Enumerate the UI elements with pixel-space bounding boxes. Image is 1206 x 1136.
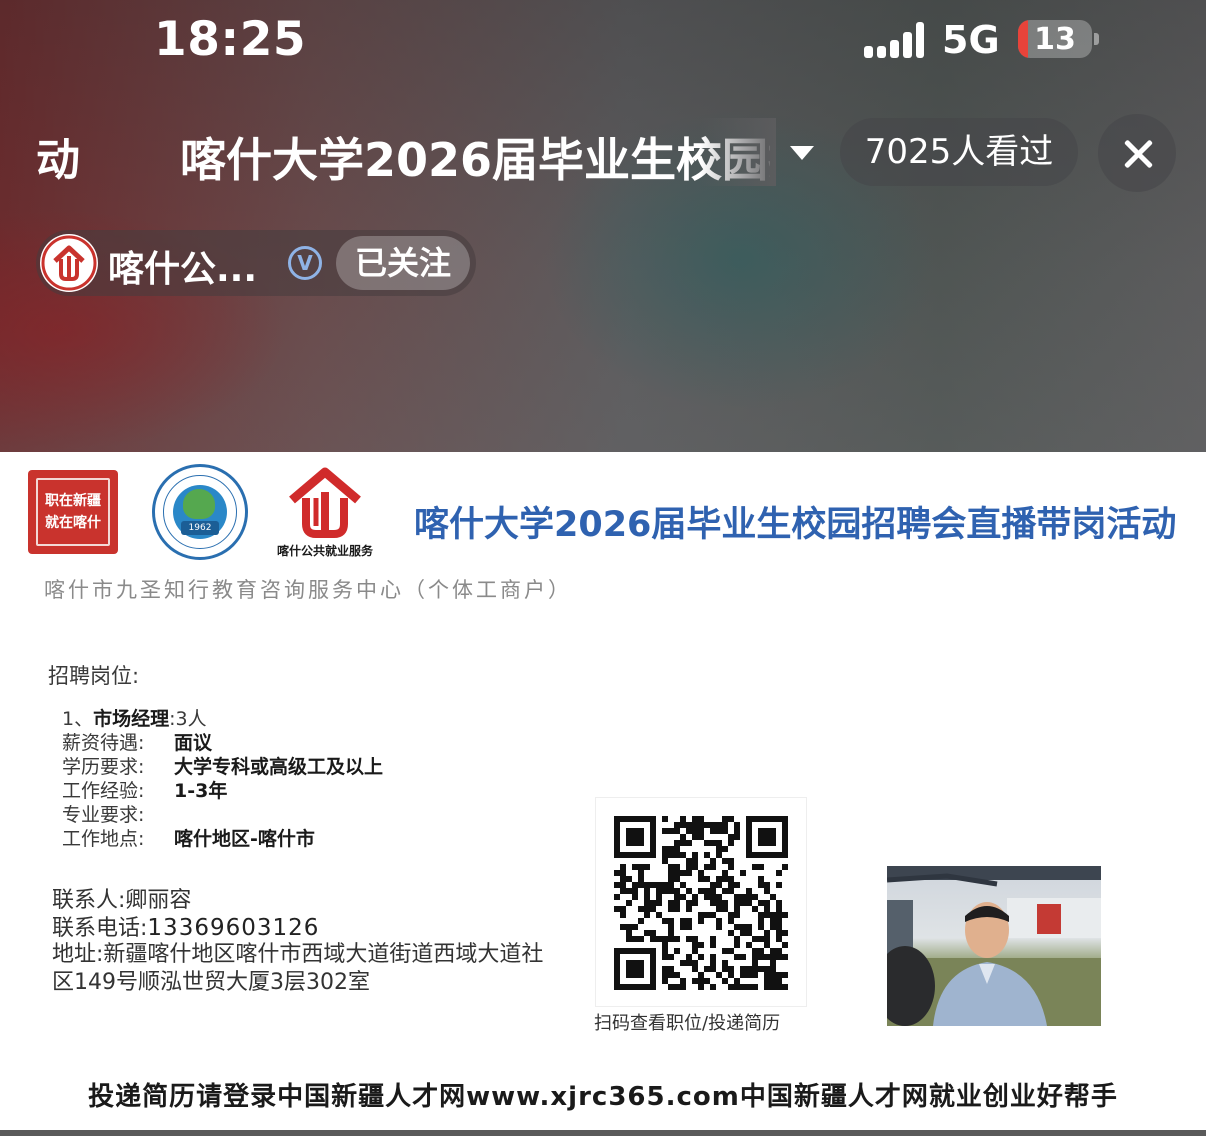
service-logo-icon (41, 235, 97, 291)
follow-button[interactable]: 已关注 (336, 236, 470, 290)
qr-code-icon (614, 816, 788, 990)
title-fade (700, 118, 776, 186)
battery-level: 13 (1034, 22, 1076, 57)
service-logo-caption: 喀什公共就业服务 (276, 544, 373, 558)
stream-poster[interactable]: 职在新疆 就在喀什 1962 喀什公共就业服务 喀什大学2026届毕业生校园招聘… (0, 452, 1206, 1136)
job-detail-row: 工作经验: 1-3年 (62, 776, 228, 802)
job-name: 市场经理 (93, 708, 170, 730)
house-logo-icon (289, 467, 361, 538)
avatar[interactable] (40, 234, 98, 292)
job-detail-label: 工作地点: (62, 828, 145, 850)
host-video-inset[interactable] (887, 866, 1101, 1026)
job-detail-value: 喀什地区-喀什市 (174, 828, 315, 850)
company-name: 喀什市九圣知行教育咨询服务中心（个体工商户） (44, 578, 572, 602)
job-detail-value: 1-3年 (174, 780, 228, 802)
job-detail-label: 工作经验: (62, 780, 145, 802)
view-count-badge[interactable]: 7025人看过 (840, 118, 1078, 186)
job-detail-value: 大学专科或高级工及以上 (174, 756, 384, 778)
qr-code[interactable] (596, 798, 806, 1006)
job-detail-row: 薪资待遇: 面议 (62, 728, 213, 754)
job-detail-row: 学历要求: 大学专科或高级工及以上 (62, 752, 384, 778)
seal-text: 职在新疆 就在喀什 (36, 478, 110, 546)
stream-title[interactable]: 喀什大学2026届毕业生校园招聘会直播带岗活动 (180, 124, 770, 184)
job-headcount: 3人 (175, 708, 207, 730)
job-detail-row: 工作地点: 喀什地区-喀什市 (62, 824, 315, 850)
battery-icon: 13 (1018, 20, 1092, 58)
public-employment-service-logo: 喀什公共就业服务 (272, 464, 378, 558)
bottom-divider (0, 1130, 1206, 1136)
verified-icon: V (288, 246, 322, 280)
live-header-background: 18:25 5G 13 动 喀什大学2026届毕业生校园招聘会直播带岗活动 70… (0, 0, 1206, 452)
job-detail-label: 专业要求: (62, 804, 145, 826)
footer-banner: 投递简历请登录中国新疆人才网www.xjrc365.com中国新疆人才网就业创业… (88, 1082, 1118, 1112)
host-video-frame (887, 866, 1101, 1026)
logo-year: 1962 (181, 521, 219, 535)
caret-down-icon[interactable] (790, 146, 814, 160)
poster-title: 喀什大学2026届毕业生校园招聘会直播带岗活动 (414, 505, 1177, 545)
kashi-university-logo: 1962 (152, 464, 248, 560)
job-index: 1、 (62, 708, 94, 730)
job-detail-value: 面议 (174, 732, 213, 754)
job-detail-label: 学历要求: (62, 756, 145, 778)
battery-cap (1094, 33, 1099, 45)
job-title-row: 1、市场经理:3人 (62, 704, 207, 730)
job-in-xinjiang-seal-logo: 职在新疆 就在喀什 (28, 470, 118, 554)
signal-icon (864, 22, 924, 58)
logo-leaf (183, 489, 215, 519)
job-detail-row: 专业要求: (62, 800, 174, 826)
contact-address-line2: 区149号顺泓世贸大厦3层302室 (52, 970, 370, 995)
positions-label: 招聘岗位: (48, 664, 140, 688)
network-type: 5G (942, 18, 1000, 62)
account-name[interactable]: 喀什公... (108, 240, 257, 292)
status-time: 18:25 (154, 12, 307, 67)
job-detail-label: 薪资待遇: (62, 732, 145, 754)
close-button[interactable] (1098, 114, 1176, 192)
account-pill[interactable]: 喀什公... V 已关注 (36, 230, 476, 296)
previous-stream-title[interactable]: 动 (36, 124, 80, 188)
qr-caption: 扫码查看职位/投递简历 (594, 1013, 781, 1034)
